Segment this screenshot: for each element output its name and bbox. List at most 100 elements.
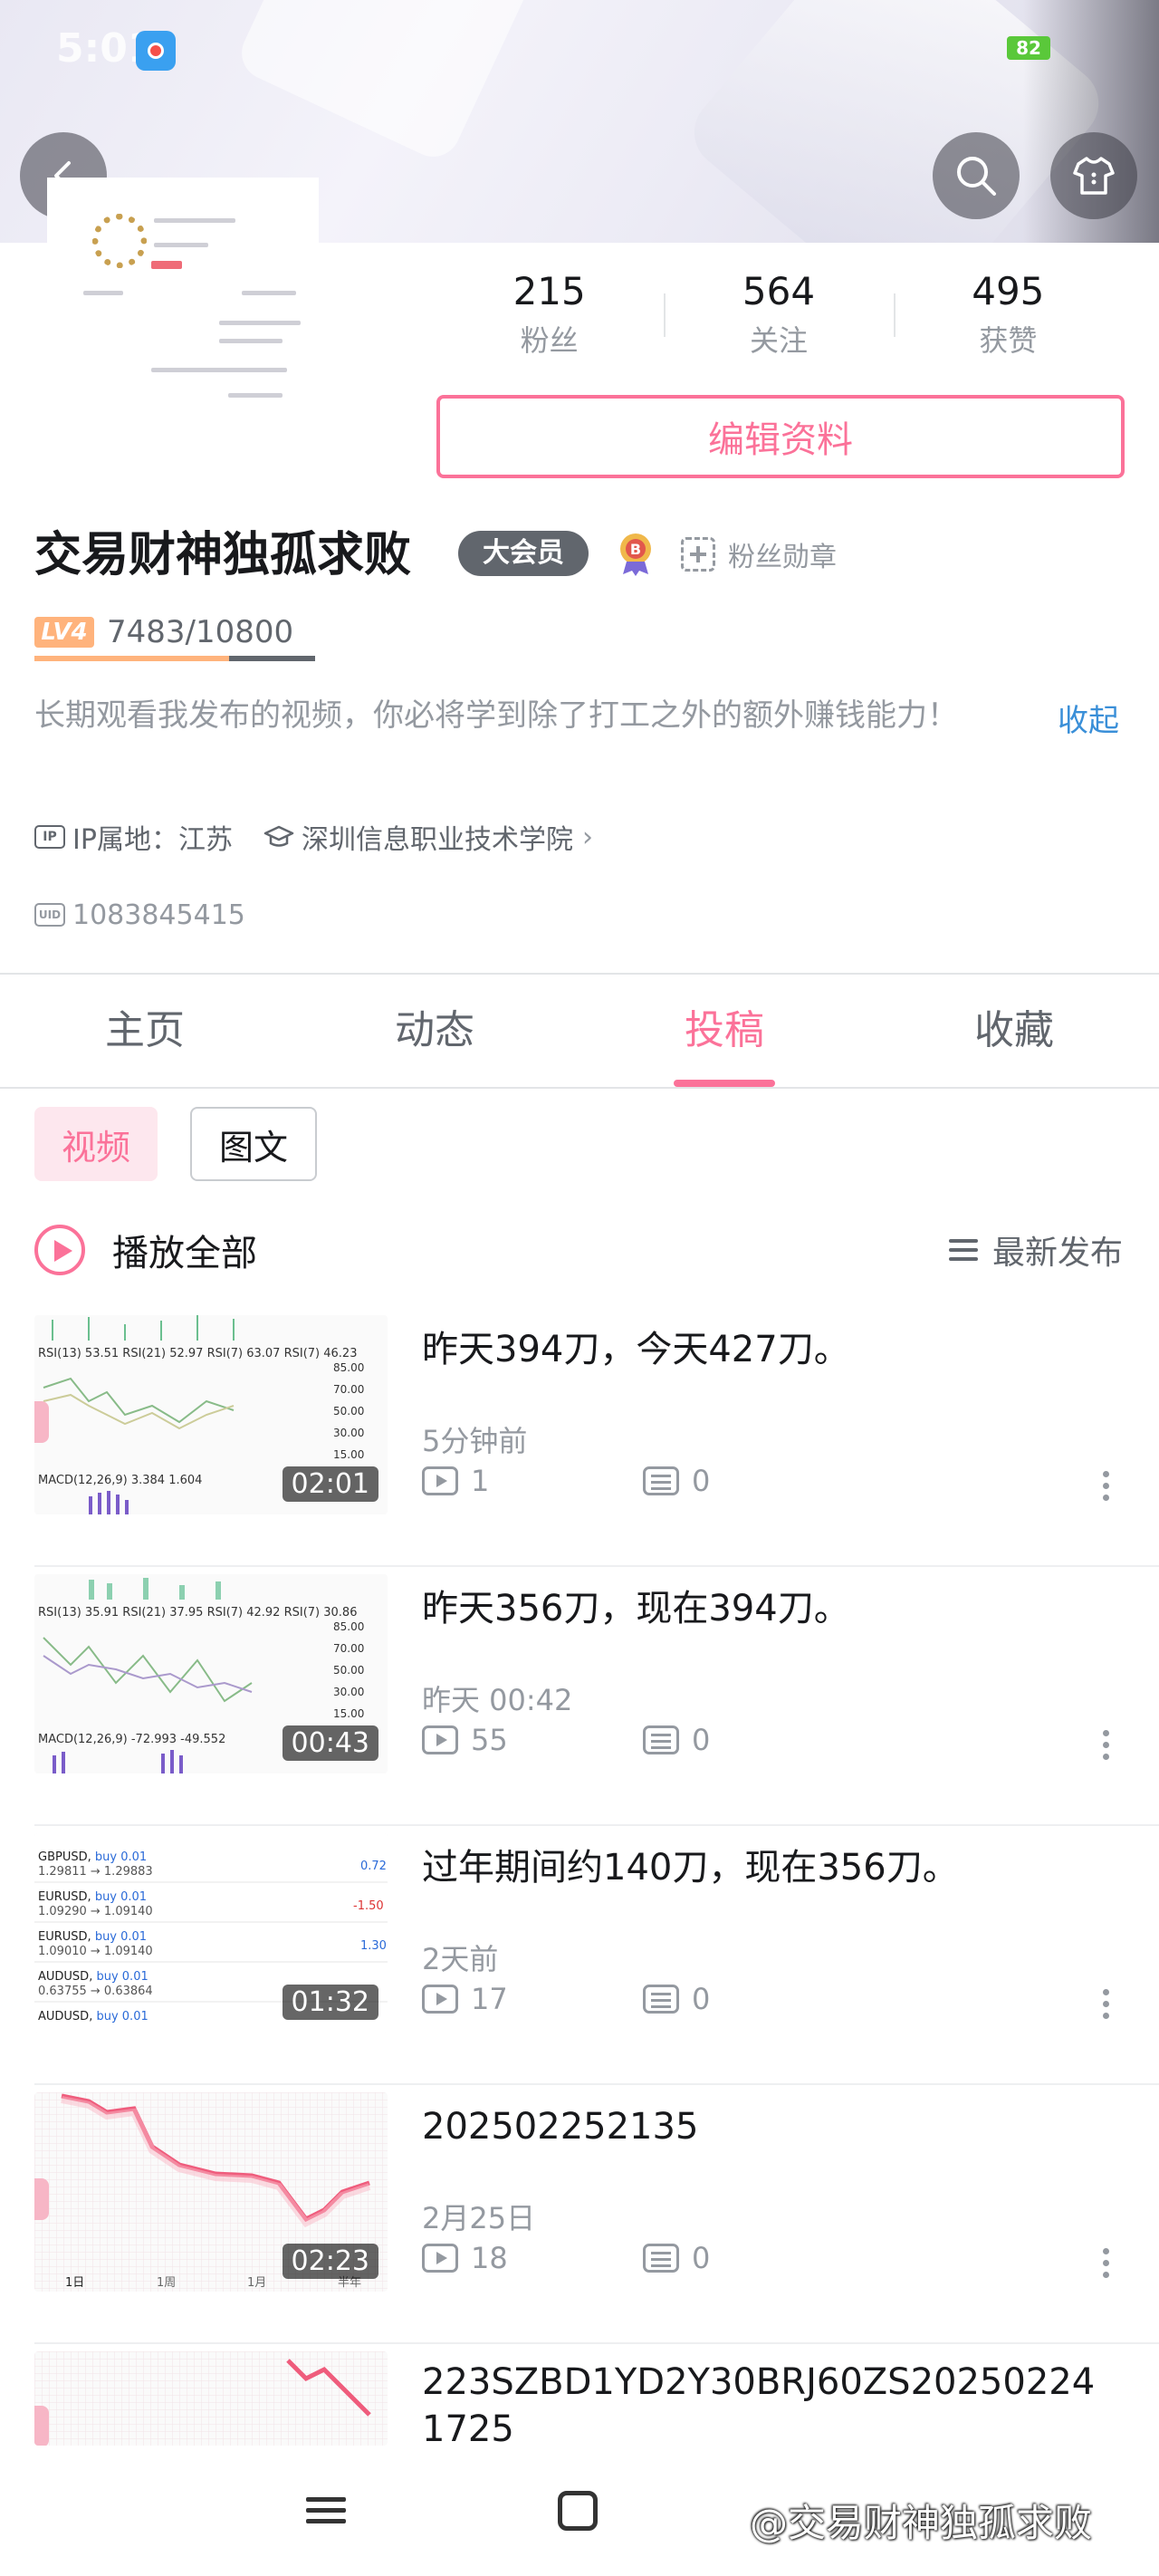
video-thumbnail[interactable]: 1日 1周 1月 半年 02:23 [34,2092,388,2292]
more-icon[interactable] [1103,1730,1110,1765]
svg-text:1.29811 → 1.29883: 1.29811 → 1.29883 [38,1865,153,1879]
video-time: 2月25日 [422,2201,536,2235]
svg-text:RSI(13) 35.91 RSI(21) 37.95 RS: RSI(13) 35.91 RSI(21) 37.95 RSI(7) 42.92… [38,1606,357,1620]
menu-icon[interactable] [306,2491,346,2530]
play-count: 1 [471,1464,490,1498]
video-comments: 0 [643,1464,710,1498]
stat-following[interactable]: 564 关注 [664,264,893,373]
fans-medal-button[interactable]: 粉丝勋章 [681,534,837,574]
tab-favorites[interactable]: 收藏 [869,975,1159,1087]
svg-text:70.00: 70.00 [333,1642,364,1655]
list-item[interactable]: RSI(13) 53.51 RSI(21) 52.97 RSI(7) 63.07… [0,1308,1159,1567]
video-comments: 0 [643,2241,710,2275]
svg-text:1周: 1周 [157,2276,176,2290]
play-count-icon [422,1725,458,1754]
level-progress-text: 7483/10800 [107,614,294,650]
play-all-label: 播放全部 [112,1233,257,1274]
tab-home[interactable]: 主页 [0,975,290,1087]
home-icon[interactable] [558,2491,598,2531]
chevron-right-icon: › [581,821,593,853]
video-time: 5分钟前 [422,1424,528,1458]
video-plays: 55 [422,1723,508,1757]
video-thumbnail[interactable]: RSI(13) 35.91 RSI(21) 37.95 RSI(7) 42.92… [34,1574,388,1773]
list-item[interactable]: GBPUSD, buy 0.01 1.29811 → 1.29883 0.72 E… [0,1826,1159,2085]
svg-text:85.00: 85.00 [333,1620,364,1633]
play-count: 17 [471,1982,508,2016]
screen-record-icon [136,31,176,71]
svg-text:15.00: 15.00 [333,1448,364,1461]
school-link[interactable]: 深圳信息职业技术学院 [302,817,573,857]
video-title[interactable]: 223SZBD1YD2Y30BRJ60ZS202502241725 [422,2359,1110,2446]
list-item[interactable]: 223SZBD1YD2Y30BRJ60ZS202502241725 [0,2344,1159,2446]
svg-text:50.00: 50.00 [333,1405,364,1418]
video-thumbnail[interactable] [34,2351,388,2446]
comment-count-icon [643,1725,679,1754]
pink-tab-decoration [34,2406,49,2446]
svg-text:GBPUSD, buy 0.01: GBPUSD, buy 0.01 [38,1850,147,1864]
play-count-icon [422,1985,458,2014]
svg-text:AUDUSD, buy 0.01: AUDUSD, buy 0.01 [38,1970,148,1984]
video-plays: 17 [422,1982,508,2016]
stat-fans[interactable]: 215 粉丝 [435,264,664,373]
collapse-bio-button[interactable]: 收起 [1058,696,1119,740]
video-thumbnail[interactable]: RSI(13) 53.51 RSI(21) 52.97 RSI(7) 63.07… [34,1315,388,1514]
medal-icon[interactable]: B [616,531,656,576]
svg-text:1月: 1月 [247,2276,266,2290]
svg-text:85.00: 85.00 [333,1361,364,1374]
video-time: 昨天 00:42 [422,1683,573,1717]
video-thumbnail[interactable]: GBPUSD, buy 0.01 1.29811 → 1.29883 0.72 E… [34,1833,388,2033]
search-button[interactable] [933,132,1020,219]
stat-value: 495 [972,269,1045,313]
ip-location: IP属地：江苏 [72,824,233,856]
tab-submissions[interactable]: 投稿 [580,975,869,1087]
play-count-icon [422,2244,458,2273]
more-icon[interactable] [1103,1989,1110,2024]
video-title[interactable]: 昨天356刀，现在394刀。 [422,1585,1128,1632]
tab-dynamic[interactable]: 动态 [290,975,580,1087]
comment-count-icon [643,2244,679,2273]
play-all-button[interactable]: 播放全部 [34,1223,257,1277]
video-title[interactable]: 昨天394刀，今天427刀。 [422,1326,1128,1373]
svg-text:1.09290 → 1.09140: 1.09290 → 1.09140 [38,1905,153,1918]
stat-label: 粉丝 [520,323,579,358]
more-icon[interactable] [1103,1471,1110,1506]
vip-badge[interactable]: 大会员 [458,531,589,576]
edit-profile-button[interactable]: 编辑资料 [436,395,1125,478]
svg-text:1.09010 → 1.09140: 1.09010 → 1.09140 [38,1945,153,1958]
play-count: 18 [471,2241,508,2275]
watermark: @交易财神独孤求败 [750,2501,1093,2545]
stat-value: 215 [512,269,586,313]
video-duration: 01:32 [282,1985,378,2020]
more-icon[interactable] [1103,2248,1110,2283]
sort-button[interactable]: 最新发布 [948,1228,1123,1272]
comment-count: 0 [692,1464,711,1498]
uid-row[interactable]: UID 1083845415 [34,895,245,935]
level-progress-bar [34,656,315,661]
comment-count: 0 [692,2241,711,2275]
play-count: 55 [471,1723,508,1757]
avatar[interactable] [47,178,319,404]
play-count-icon [422,1466,458,1495]
dress-up-button[interactable] [1050,132,1137,219]
svg-text:MACD(12,26,9) -72.993 -49.552: MACD(12,26,9) -72.993 -49.552 [38,1733,225,1746]
list-item[interactable]: RSI(13) 35.91 RSI(21) 37.95 RSI(7) 42.92… [0,1567,1159,1826]
filter-image-text[interactable]: 图文 [190,1107,317,1181]
banner-decoration [233,0,546,166]
video-plays: 1 [422,1464,489,1498]
video-title[interactable]: 过年期间约140刀，现在356刀。 [422,1844,1128,1891]
svg-text:70.00: 70.00 [333,1383,364,1396]
video-comments: 0 [643,1723,710,1757]
video-title[interactable]: 202502252135 [422,2103,1128,2150]
user-bio: 长期观看我发布的视频，你必将学到除了打工之外的额外赚钱能力！ [34,697,958,734]
svg-text:EURUSD, buy 0.01: EURUSD, buy 0.01 [38,1890,147,1904]
filter-video[interactable]: 视频 [34,1107,158,1181]
video-duration: 00:43 [282,1725,378,1761]
list-item[interactable]: 1日 1周 1月 半年 02:23 202502252135 2月25日 18 0 [0,2085,1159,2344]
profile-tabs: 主页 动态 投稿 收藏 [0,975,1159,1087]
stat-likes[interactable]: 495 获赞 [893,264,1123,373]
video-plays: 18 [422,2241,508,2275]
comment-count: 0 [692,1982,711,2016]
stat-label: 关注 [749,323,808,358]
pink-tab-decoration [34,1401,49,1443]
add-medal-icon [681,537,715,572]
